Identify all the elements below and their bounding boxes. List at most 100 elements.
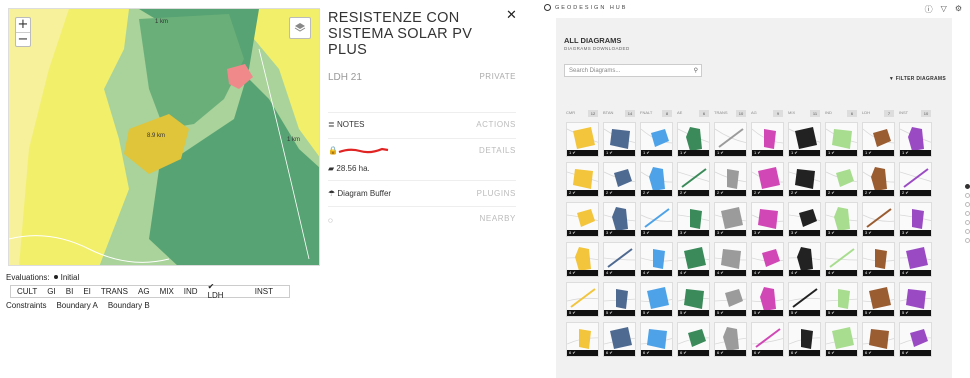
diagram-thumbnail[interactable]: 1 ✔ — [714, 122, 747, 157]
diagram-thumbnail[interactable]: 6 ✔ — [751, 322, 784, 357]
boundary-b-link[interactable]: Boundary B — [108, 301, 150, 310]
constraints-link[interactable]: Constraints — [6, 301, 46, 310]
diagram-thumbnail[interactable]: 6 ✔ — [825, 322, 858, 357]
settings-icon[interactable]: ⚙ — [955, 4, 962, 15]
close-button[interactable]: ✕ — [506, 8, 517, 23]
diagram-thumbnail[interactable]: 6 ✔ — [899, 322, 932, 357]
diagram-thumbnail[interactable]: 3 ✔ — [825, 202, 858, 237]
column-header[interactable]: AE 6 — [677, 110, 711, 118]
diagram-thumbnail[interactable]: 2 ✔ — [677, 162, 710, 197]
diagram-thumbnail[interactable]: 6 ✔ — [788, 322, 821, 357]
diagram-thumbnail[interactable]: 6 ✔ — [640, 322, 673, 357]
column-header[interactable]: MIX 11 — [788, 110, 822, 118]
tab-mix[interactable]: MIX — [160, 287, 174, 296]
page-dot[interactable] — [965, 211, 970, 216]
diagram-thumbnail[interactable]: 5 ✔ — [788, 282, 821, 317]
diagram-thumbnail[interactable]: 5 ✔ — [640, 282, 673, 317]
diagram-thumbnail[interactable]: 3 ✔ — [751, 202, 784, 237]
zoom-in-button[interactable]: + — [16, 18, 30, 32]
boundary-a-link[interactable]: Boundary A — [56, 301, 97, 310]
tab-gi[interactable]: GI — [47, 287, 55, 296]
page-dot[interactable] — [965, 238, 970, 243]
search-input[interactable]: Search Diagrams... ⚲ — [564, 64, 702, 77]
page-dot[interactable] — [965, 220, 970, 225]
diagram-thumbnail[interactable]: 1 ✔ — [788, 122, 821, 157]
tab-inst[interactable]: INST — [255, 287, 273, 296]
diagram-thumbnail[interactable]: 2 ✔ — [751, 162, 784, 197]
diagram-thumbnail[interactable]: 3 ✔ — [677, 202, 710, 237]
diagram-thumbnail[interactable]: 4 ✔ — [603, 242, 636, 277]
diagram-thumbnail[interactable]: 1 ✔ — [899, 122, 932, 157]
evaluation-initial[interactable]: Initial — [61, 273, 80, 282]
tab-bi[interactable]: BI — [66, 287, 74, 296]
column-header[interactable]: INST 10 — [899, 110, 933, 118]
column-header[interactable]: BTAN 14 — [603, 110, 637, 118]
diagram-thumbnail[interactable]: 4 ✔ — [825, 242, 858, 277]
diagram-thumbnail[interactable]: 4 ✔ — [899, 242, 932, 277]
diagram-thumbnail[interactable]: 6 ✔ — [566, 322, 599, 357]
page-dot[interactable] — [965, 229, 970, 234]
diagram-thumbnail[interactable]: 6 ✔ — [714, 322, 747, 357]
column-header[interactable]: IND 6 — [825, 110, 859, 118]
layers-button[interactable] — [289, 17, 311, 39]
diagram-thumbnail[interactable]: 3 ✔ — [862, 202, 895, 237]
diagram-thumbnail[interactable]: 5 ✔ — [603, 282, 636, 317]
tab-ei[interactable]: EI — [83, 287, 91, 296]
column-header[interactable]: TRANS 10 — [714, 110, 748, 118]
diagram-thumbnail[interactable]: 2 ✔ — [640, 162, 673, 197]
diagram-thumbnail[interactable]: 4 ✔ — [640, 242, 673, 277]
diagram-thumbnail[interactable]: 4 ✔ — [677, 242, 710, 277]
diagram-thumbnail[interactable]: 4 ✔ — [566, 242, 599, 277]
filter-icon[interactable]: ▽ — [941, 4, 947, 15]
diagram-buffer-link[interactable]: ☂ Diagram Buffer — [328, 189, 391, 198]
tab-trans[interactable]: TRANS — [101, 287, 128, 296]
diagram-thumbnail[interactable]: 1 ✔ — [751, 122, 784, 157]
diagram-thumbnail[interactable]: 4 ✔ — [714, 242, 747, 277]
column-header[interactable]: FNALT 8 — [640, 110, 674, 118]
page-dot[interactable] — [965, 193, 970, 198]
diagram-thumbnail[interactable]: 1 ✔ — [677, 122, 710, 157]
diagram-thumbnail[interactable]: 5 ✔ — [714, 282, 747, 317]
diagram-thumbnail[interactable]: 5 ✔ — [677, 282, 710, 317]
diagram-thumbnail[interactable]: 5 ✔ — [899, 282, 932, 317]
plugins-tab[interactable]: PLUGINS — [477, 189, 516, 198]
nearby-tab[interactable]: NEARBY — [480, 214, 517, 223]
zoom-out-button[interactable]: − — [16, 32, 30, 46]
diagram-thumbnail[interactable]: 2 ✔ — [566, 162, 599, 197]
diagram-thumbnail[interactable]: 3 ✔ — [899, 202, 932, 237]
diagram-thumbnail[interactable]: 3 ✔ — [566, 202, 599, 237]
diagram-thumbnail[interactable]: 3 ✔ — [714, 202, 747, 237]
diagram-thumbnail[interactable]: 5 ✔ — [862, 282, 895, 317]
diagram-thumbnail[interactable]: 2 ✔ — [714, 162, 747, 197]
map-view[interactable]: + − 1 km 1 km 8.9 km — [8, 8, 320, 266]
diagram-thumbnail[interactable]: 3 ✔ — [788, 202, 821, 237]
tab-cult[interactable]: CULT — [17, 287, 37, 296]
diagram-thumbnail[interactable]: 2 ✔ — [825, 162, 858, 197]
diagram-thumbnail[interactable]: 2 ✔ — [899, 162, 932, 197]
diagram-thumbnail[interactable]: 5 ✔ — [566, 282, 599, 317]
details-tab[interactable]: DETAILS — [479, 146, 516, 155]
diagram-thumbnail[interactable]: 1 ✔ — [566, 122, 599, 157]
info-icon[interactable]: ⓘ — [925, 4, 933, 15]
actions-tab[interactable]: ACTIONS — [476, 120, 516, 129]
radio-dot-icon[interactable] — [53, 274, 58, 279]
filter-diagrams-button[interactable]: ▼ FILTER DIAGRAMS — [889, 76, 946, 82]
notes-tab[interactable]: ≣ NOTES — [328, 120, 365, 129]
column-header[interactable]: AG 9 — [751, 110, 785, 118]
page-dot[interactable] — [965, 202, 970, 207]
diagram-thumbnail[interactable]: 2 ✔ — [862, 162, 895, 197]
diagram-thumbnail[interactable]: 3 ✔ — [603, 202, 636, 237]
tab-ind[interactable]: IND — [184, 287, 198, 296]
diagram-thumbnail[interactable]: 2 ✔ — [788, 162, 821, 197]
column-header[interactable]: CMR 12 — [566, 110, 600, 118]
diagram-thumbnail[interactable]: 6 ✔ — [677, 322, 710, 357]
diagram-thumbnail[interactable]: 1 ✔ — [825, 122, 858, 157]
diagram-thumbnail[interactable]: 4 ✔ — [751, 242, 784, 277]
diagram-thumbnail[interactable]: 6 ✔ — [862, 322, 895, 357]
diagram-thumbnail[interactable]: 1 ✔ — [640, 122, 673, 157]
diagram-thumbnail[interactable]: 1 ✔ — [862, 122, 895, 157]
column-header[interactable]: LDH 7 — [862, 110, 896, 118]
diagram-thumbnail[interactable]: 4 ✔ — [862, 242, 895, 277]
tab-ag[interactable]: AG — [138, 287, 150, 296]
diagram-thumbnail[interactable]: 4 ✔ — [788, 242, 821, 277]
